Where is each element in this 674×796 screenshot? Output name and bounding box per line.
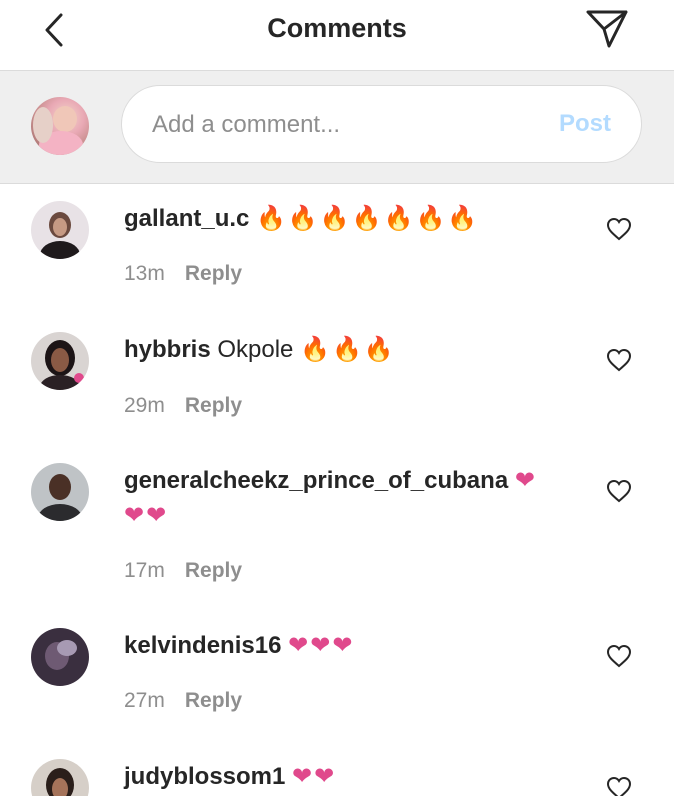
page-title: Comments <box>267 13 407 43</box>
comment-input[interactable] <box>152 108 522 142</box>
heart-outline-icon <box>606 479 632 503</box>
comment-username[interactable]: gallant_u.c <box>124 205 249 232</box>
header-bar: Comments <box>0 0 674 71</box>
comment-time: 13m <box>124 262 165 285</box>
comment-meta: 13m Reply <box>124 262 242 286</box>
comment-composer: Post <box>0 71 674 184</box>
fire-emoji: 🔥🔥🔥🔥🔥🔥🔥 <box>256 204 480 232</box>
avatar[interactable] <box>31 332 89 390</box>
comment-text: hybbris Okpole 🔥🔥🔥 <box>124 332 554 367</box>
comment-meta: 17m Reply <box>124 559 242 583</box>
comment-time: 17m <box>124 559 165 582</box>
comment-item: hybbris Okpole 🔥🔥🔥 29m Reply <box>0 316 674 446</box>
post-button[interactable]: Post <box>559 110 611 138</box>
like-button[interactable] <box>604 641 634 671</box>
comment-item: gallant_u.c 🔥🔥🔥🔥🔥🔥🔥 13m Reply <box>0 184 674 314</box>
avatar[interactable] <box>31 628 89 686</box>
like-button[interactable] <box>604 476 634 506</box>
heart-emoji: ❤❤ <box>292 762 337 790</box>
comment-text: judyblossom1 ❤❤ <box>124 759 554 794</box>
heart-outline-icon <box>606 776 632 796</box>
comment-item: judyblossom1 ❤❤ <box>0 745 674 796</box>
comment-body: Okpole <box>217 336 294 363</box>
comment-time: 29m <box>124 394 165 417</box>
paper-plane-icon <box>586 10 628 48</box>
comment-item: generalcheekz_prince_of_cubana ❤ ❤❤ 17m R… <box>0 447 674 615</box>
reply-button[interactable]: Reply <box>185 559 242 582</box>
comment-text: kelvindenis16 ❤❤❤ <box>124 628 554 663</box>
like-button[interactable] <box>604 773 634 796</box>
heart-outline-icon <box>606 644 632 668</box>
share-button[interactable] <box>583 6 631 52</box>
heart-emoji: ❤❤ <box>124 501 169 529</box>
reply-button[interactable]: Reply <box>185 262 242 285</box>
comment-time: 27m <box>124 689 165 712</box>
comment-username[interactable]: generalcheekz_prince_of_cubana <box>124 467 508 494</box>
avatar[interactable] <box>31 759 89 796</box>
current-user-avatar <box>31 97 89 155</box>
comment-input-box: Post <box>121 85 642 163</box>
comment-item: kelvindenis16 ❤❤❤ 27m Reply <box>0 615 674 745</box>
heart-emoji: ❤❤❤ <box>288 631 355 659</box>
comment-username[interactable]: hybbris <box>124 336 211 363</box>
reply-button[interactable]: Reply <box>185 689 242 712</box>
like-button[interactable] <box>604 214 634 244</box>
heart-emoji: ❤ <box>514 466 537 494</box>
like-button[interactable] <box>604 345 634 375</box>
fire-emoji: 🔥🔥🔥 <box>300 335 396 363</box>
avatar[interactable] <box>31 201 89 259</box>
comment-username[interactable]: kelvindenis16 <box>124 632 281 659</box>
heart-outline-icon <box>606 348 632 372</box>
heart-outline-icon <box>606 217 632 241</box>
comment-text: generalcheekz_prince_of_cubana ❤ ❤❤ <box>124 463 554 533</box>
comment-username[interactable]: judyblossom1 <box>124 763 285 790</box>
avatar[interactable] <box>31 463 89 521</box>
comment-text: gallant_u.c 🔥🔥🔥🔥🔥🔥🔥 <box>124 201 554 236</box>
comment-meta: 29m Reply <box>124 394 242 418</box>
comment-meta: 27m Reply <box>124 689 242 713</box>
reply-button[interactable]: Reply <box>185 394 242 417</box>
